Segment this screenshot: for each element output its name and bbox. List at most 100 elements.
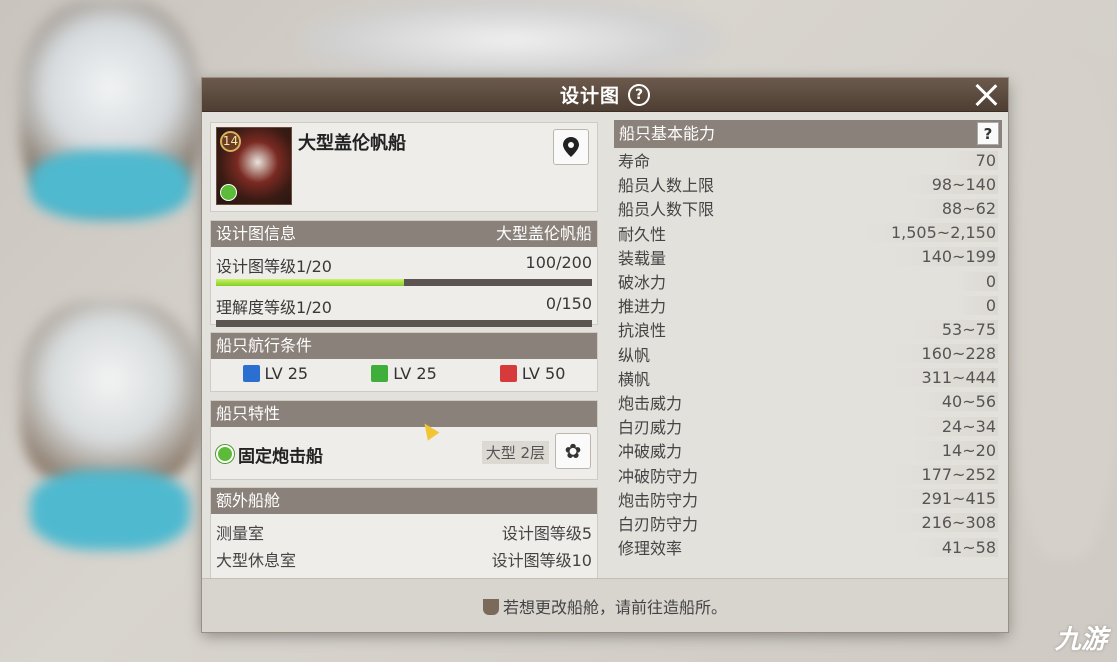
stat-value: 291~415 xyxy=(891,489,998,509)
blueprint-dialog: 设计图 ? 14 大型盖伦帆船 设计图信息 大型盖伦帆船 设计图等级1/20 1… xyxy=(202,78,1008,632)
stat-name: 炮击威力 xyxy=(618,393,683,413)
stat-value: 53~75 xyxy=(911,319,998,339)
condition-battle-level: LV 50 xyxy=(521,364,566,383)
stat-row: 船员人数上限 98~140 xyxy=(614,172,1002,196)
stat-value: 70 xyxy=(945,150,998,170)
trait-icon xyxy=(216,445,234,463)
stat-row: 纵帆 160~228 xyxy=(614,342,1002,366)
stat-row: 炮击防守力 291~415 xyxy=(614,487,1002,511)
ship-level-badge: 14 xyxy=(220,131,241,152)
understanding-level-row: 理解度等级1/20 0/150 xyxy=(211,294,597,318)
ship-traits-title: 船只特性 xyxy=(216,404,281,423)
stat-row: 耐久性 1,505~2,150 xyxy=(614,221,1002,245)
adventure-icon xyxy=(242,365,260,382)
stat-name: 横帆 xyxy=(618,369,651,389)
blueprint-level-bar-fill xyxy=(216,279,404,286)
stat-value: 140~199 xyxy=(891,247,998,267)
dialog-titlebar: 设计图 ? xyxy=(202,78,1008,112)
condition-battle: LV 50 xyxy=(499,364,566,383)
extra-rooms-header: 额外船舱 xyxy=(211,488,597,514)
help-icon[interactable]: ? xyxy=(628,83,650,106)
extra-room-name: 测量室 xyxy=(216,524,265,543)
sailing-conditions-header: 船只航行条件 xyxy=(211,333,597,359)
extra-room-row: 大型休息室 设计图等级10 xyxy=(211,541,597,570)
stat-value: 14~20 xyxy=(911,440,998,460)
stat-name: 破冰力 xyxy=(618,273,667,293)
stat-value: 40~56 xyxy=(911,392,998,412)
background-ship xyxy=(1010,60,1117,560)
stat-value: 0 xyxy=(955,295,998,315)
abilities-title: 船只基本能力 xyxy=(619,124,716,143)
stat-row: 炮击威力 40~56 xyxy=(614,390,1002,414)
location-button[interactable] xyxy=(553,129,589,165)
stat-name: 炮击防守力 xyxy=(618,490,699,510)
understanding-level-bar xyxy=(216,320,592,327)
ship-traits-section: 船只特性 固定炮击船 大型 2层 ✿ xyxy=(210,400,598,480)
stat-row: 破冰力 0 xyxy=(614,269,1002,293)
trait-row[interactable]: 固定炮击船 大型 2层 ✿ xyxy=(211,427,597,475)
background-ship-hull xyxy=(30,470,190,550)
dialog-title: 设计图 xyxy=(559,85,620,107)
blueprint-info-title: 设计图信息 xyxy=(216,224,297,243)
extra-rooms-title: 额外船舱 xyxy=(216,491,281,510)
watermark-logo: 九游 xyxy=(1054,625,1107,655)
ship-name: 大型盖伦帆船 xyxy=(298,133,406,154)
stat-row: 船员人数下限 88~62 xyxy=(614,196,1002,220)
stat-name: 冲破防守力 xyxy=(618,466,699,486)
abilities-help-button[interactable]: ? xyxy=(977,122,999,145)
stat-name: 耐久性 xyxy=(618,224,667,244)
trait-tag-icon xyxy=(220,184,237,201)
right-column[interactable]: 船只基本能力 ? 寿命 70 船员人数上限 98~140 船员人数下限 88~62 耐久性 1… xyxy=(614,120,1002,576)
stat-row: 修理效率 41~58 xyxy=(614,535,1002,559)
stat-row: 白刃威力 24~34 xyxy=(614,414,1002,438)
stat-name: 白刃防守力 xyxy=(618,514,699,534)
understanding-level-progress: 0/150 xyxy=(545,294,592,313)
stat-name: 纵帆 xyxy=(618,345,651,365)
shipyard-icon xyxy=(482,598,499,615)
background-ship-hull xyxy=(30,150,190,220)
ship-thumbnail: 14 xyxy=(216,127,292,205)
cabin-layout-button[interactable]: ✿ xyxy=(555,433,591,469)
blueprint-level-label: 设计图等级1/20 xyxy=(216,257,332,276)
stat-name: 修理效率 xyxy=(618,539,683,559)
stat-row: 冲破防守力 177~252 xyxy=(614,462,1002,486)
stat-name: 船员人数上限 xyxy=(618,176,715,196)
abilities-header: 船只基本能力 ? xyxy=(614,120,1002,148)
condition-trade-level: LV 25 xyxy=(393,364,437,383)
ship-traits-header: 船只特性 xyxy=(211,401,597,427)
background-ship xyxy=(300,0,720,80)
stat-name: 船员人数下限 xyxy=(618,200,715,220)
condition-adventure-level: LV 25 xyxy=(264,364,309,383)
footer-hint: 若想更改船舱，请前往造船所。 xyxy=(202,578,1008,632)
battle-icon xyxy=(499,365,517,382)
stat-value: 0 xyxy=(955,271,998,291)
stat-value: 24~34 xyxy=(911,416,998,436)
stat-row: 推进力 0 xyxy=(614,293,1002,317)
stat-value: 1,505~2,150 xyxy=(860,223,998,243)
conditions-list: LV 25 LV 25 LV 50 xyxy=(211,359,597,383)
stat-value: 98~140 xyxy=(901,174,998,194)
extra-room-row: 测量室 设计图等级5 xyxy=(211,514,597,543)
trait-name: 固定炮击船 xyxy=(238,446,323,467)
extra-room-name: 大型休息室 xyxy=(216,551,297,570)
stat-row: 抗浪性 53~75 xyxy=(614,317,1002,341)
stat-value: 177~252 xyxy=(891,465,998,485)
blueprint-level-progress: 100/200 xyxy=(525,253,592,272)
stat-name: 推进力 xyxy=(618,297,667,317)
stat-row: 横帆 311~444 xyxy=(614,366,1002,390)
sailing-conditions-title: 船只航行条件 xyxy=(216,336,313,355)
stat-row: 寿命 70 xyxy=(614,148,1002,172)
left-column: 14 大型盖伦帆船 设计图信息 大型盖伦帆船 设计图等级1/20 100/200… xyxy=(210,122,598,607)
close-button[interactable] xyxy=(972,81,1000,109)
trade-icon xyxy=(371,365,389,382)
understanding-level-label: 理解度等级1/20 xyxy=(216,298,332,317)
extra-room-requirement: 设计图等级5 xyxy=(501,524,592,543)
map-pin-icon xyxy=(563,137,579,157)
blueprint-info-section: 设计图信息 大型盖伦帆船 设计图等级1/20 100/200 理解度等级1/20… xyxy=(210,220,598,327)
stat-value: 160~228 xyxy=(891,344,998,364)
ship-card: 14 大型盖伦帆船 xyxy=(210,122,598,212)
abilities-section: 船只基本能力 ? 寿命 70 船员人数上限 98~140 船员人数下限 88~62 耐久性 1… xyxy=(614,120,1002,559)
footer-hint-text: 若想更改船舱，请前往造船所。 xyxy=(502,597,727,617)
condition-trade: LV 25 xyxy=(371,364,437,383)
condition-adventure: LV 25 xyxy=(242,364,309,383)
